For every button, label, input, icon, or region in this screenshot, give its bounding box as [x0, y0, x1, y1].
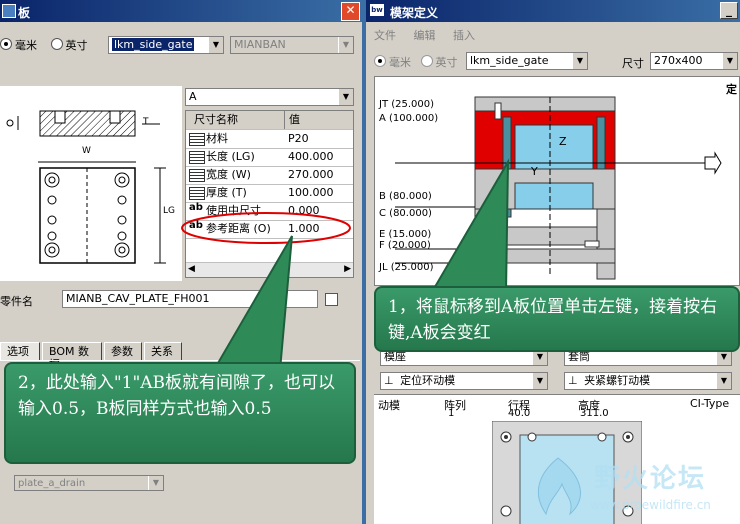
callout-right-text: 1，将鼠标移到A板位置单击左键，接着按右键,A板会变红	[388, 297, 718, 343]
callout-right: 1，将鼠标移到A板位置单击左键，接着按右键,A板会变红	[374, 286, 740, 352]
watermark-url: www.proewildfire.cn	[590, 498, 711, 512]
callout-left: 2，此处输入"1"AB板就有间隙了，也可以输入0.5，B板同样方式也输入0.5	[4, 362, 356, 464]
watermark-title: 野火论坛	[594, 464, 707, 494]
flame-logo-icon	[537, 457, 581, 516]
callout-left-text: 2，此处输入"1"AB板就有间隙了，也可以输入0.5，B板同样方式也输入0.5	[18, 373, 336, 419]
forum-watermark: 野火论坛 www.proewildfire.cn	[528, 452, 738, 522]
